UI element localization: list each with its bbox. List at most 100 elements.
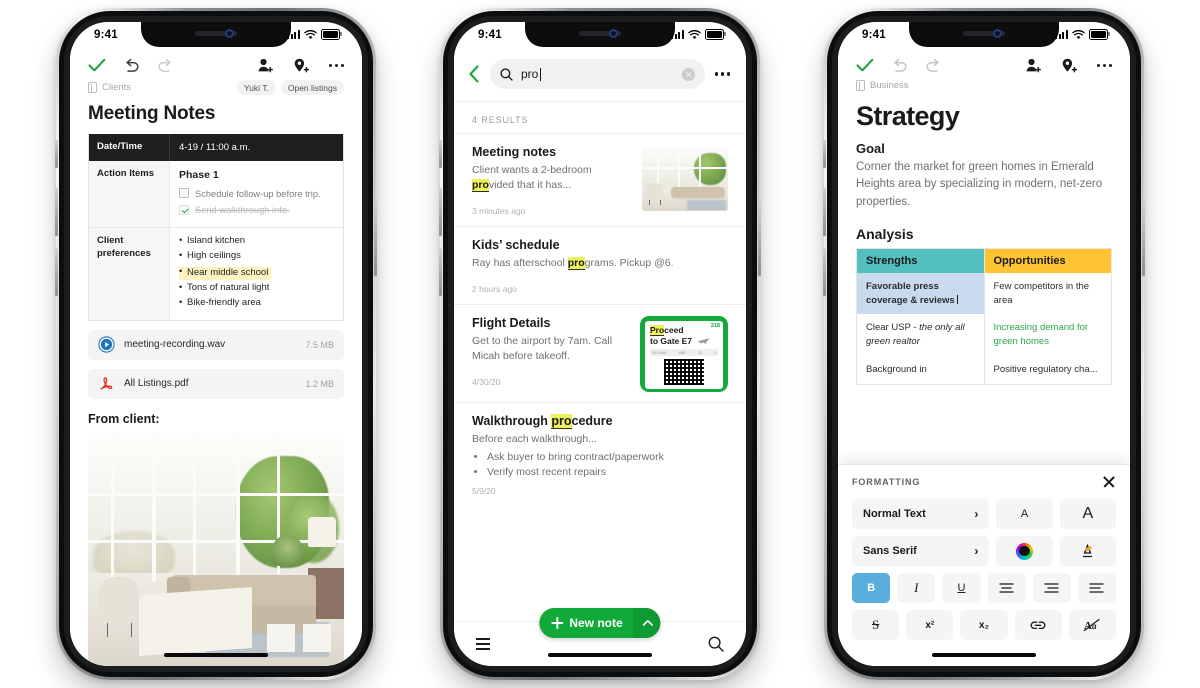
search-icon[interactable] <box>708 636 724 652</box>
list-item[interactable]: Kids’ schedule Ray has afterschool progr… <box>454 225 746 304</box>
new-note-button[interactable]: New note <box>539 608 661 638</box>
phone1-power-button[interactable] <box>374 204 377 276</box>
more-icon[interactable] <box>1097 63 1112 68</box>
font-family-select[interactable]: Sans Serif › <box>852 536 990 566</box>
formatting-row-4: S x² x₂ Aa <box>852 610 1117 640</box>
swot-cell-green[interactable]: Increasing demand for green homes <box>985 314 1112 356</box>
page-title[interactable]: Strategy <box>838 91 1130 137</box>
home-indicator[interactable] <box>548 652 652 657</box>
home-indicator[interactable] <box>932 652 1036 657</box>
phone3-mute-switch[interactable] <box>823 140 826 168</box>
search-input[interactable]: pro <box>490 59 706 89</box>
checkbox-unchecked-icon[interactable] <box>179 188 189 199</box>
tag-chip-open-listings[interactable]: Open listings <box>280 80 344 95</box>
underline-button[interactable]: U <box>942 573 981 603</box>
phone3-volume-down-button[interactable] <box>823 248 826 296</box>
close-icon[interactable] <box>1102 475 1116 489</box>
breadcrumb[interactable]: Business <box>856 80 909 91</box>
phone1-volume-down-button[interactable] <box>55 248 58 296</box>
clear-formatting-icon[interactable]: Aa <box>1068 610 1117 640</box>
meta-time: 10:15 AM <box>652 350 667 355</box>
list-item[interactable]: Walkthrough procedure Before each walkth… <box>454 401 746 506</box>
superscript-button[interactable]: x² <box>906 610 954 640</box>
font-size-small-icon[interactable]: A <box>996 499 1053 529</box>
swot-cell-text: Clear USP - <box>866 322 920 334</box>
phone2-volume-up-button[interactable] <box>439 188 442 236</box>
paragraph-style-select[interactable]: Normal Text › <box>852 499 990 529</box>
add-location-icon[interactable] <box>1061 58 1078 73</box>
phone1-volume-up-button[interactable] <box>55 188 58 236</box>
page-title[interactable]: Meeting Notes <box>70 95 362 134</box>
todo-item[interactable]: Send walkthrough info. <box>179 204 334 216</box>
phone3-volume-up-button[interactable] <box>823 188 826 236</box>
phone2-mute-switch[interactable] <box>439 140 442 168</box>
table-cell-action-items-value[interactable]: Phase 1 Schedule follow-up before trip. … <box>169 161 343 228</box>
todo-item[interactable]: Schedule follow-up before trip. <box>179 188 334 200</box>
font-size-large-icon[interactable]: A <box>1059 499 1116 529</box>
highlight-button[interactable] <box>1059 536 1116 566</box>
add-person-icon[interactable] <box>1025 58 1042 73</box>
more-icon[interactable] <box>329 63 344 68</box>
phone2-power-button[interactable] <box>758 204 761 276</box>
italic-button[interactable]: I <box>897 573 936 603</box>
swot-cell[interactable]: Few competitors in the area <box>985 273 1112 315</box>
paragraph-style-label: Normal Text <box>863 508 926 520</box>
swot-header-strengths: Strengths <box>857 248 984 273</box>
phone3-power-button[interactable] <box>1142 204 1145 276</box>
title-match: pro <box>551 413 572 429</box>
add-person-icon[interactable] <box>257 58 274 73</box>
analysis-heading: Analysis <box>856 225 914 242</box>
photo-side-table-2 <box>303 624 332 653</box>
link-icon[interactable] <box>1014 610 1062 640</box>
phone3-note-body: Goal Corner the market for green homes i… <box>838 137 1130 385</box>
redo-icon[interactable] <box>157 58 174 73</box>
table-cell-datetime-value[interactable]: 4-19 / 11:00 a.m. <box>169 134 343 162</box>
list-item[interactable]: Meeting notes Client wants a 2-bedroom p… <box>454 133 746 226</box>
checkbox-checked-icon[interactable] <box>179 204 189 215</box>
strikethrough-button[interactable]: S <box>852 610 900 640</box>
check-icon[interactable] <box>88 58 106 73</box>
subscript-button[interactable]: x₂ <box>960 610 1008 640</box>
photo-floor-lamp <box>308 516 337 548</box>
bold-button[interactable]: B <box>852 573 891 603</box>
back-chevron-icon[interactable] <box>468 65 480 83</box>
phone2-volume-down-button[interactable] <box>439 248 442 296</box>
more-icon[interactable] <box>715 72 730 76</box>
swot-cell[interactable]: Positive regulatory cha... <box>985 356 1112 384</box>
attachment-pdf[interactable]: All Listings.pdf 1.2 MB <box>88 368 344 399</box>
clear-icon[interactable] <box>682 67 696 81</box>
swot-cell[interactable]: Clear USP - the only all green realtor <box>857 314 984 356</box>
list-item: Bike-friendly area <box>179 297 334 310</box>
home-indicator[interactable] <box>164 652 268 657</box>
tag-chip-yuki[interactable]: Yuki T. <box>236 80 276 95</box>
list-item[interactable]: Flight Details Get to the airport by 7am… <box>454 303 746 402</box>
redo-icon[interactable] <box>925 58 942 73</box>
living-room-photo[interactable] <box>88 432 344 666</box>
hamburger-menu-icon[interactable] <box>476 638 490 650</box>
phone3-screen: 9:41 Business Strategy Goal Corner the m… <box>838 22 1130 666</box>
results-count: 4 RESULTS <box>472 115 529 125</box>
chevron-up-icon[interactable] <box>634 608 661 638</box>
align-left-icon[interactable] <box>987 573 1026 603</box>
undo-icon[interactable] <box>123 58 140 73</box>
phone1-mute-switch[interactable] <box>55 140 58 168</box>
attachment-size: 1.2 MB <box>305 378 334 389</box>
text-color-button[interactable] <box>996 536 1053 566</box>
swot-cell-selected[interactable]: Favorable press coverage & reviews <box>857 272 984 315</box>
add-location-icon[interactable] <box>293 58 310 73</box>
check-icon[interactable] <box>856 58 874 73</box>
todo-label: Send walkthrough info. <box>195 205 290 216</box>
result-date: 5/9/20 <box>472 486 496 497</box>
formatting-row-2: Sans Serif › <box>852 536 1116 566</box>
align-center-icon[interactable] <box>1032 573 1071 603</box>
breadcrumb[interactable]: Clients <box>88 82 131 93</box>
swot-cell[interactable]: Background in <box>857 356 984 384</box>
table-cell-preferences-value[interactable]: Island kitchen High ceilings Near middle… <box>169 228 343 320</box>
undo-icon[interactable] <box>891 58 908 73</box>
align-right-icon[interactable] <box>1077 573 1117 603</box>
chevron-right-icon: › <box>974 507 979 521</box>
attachment-audio[interactable]: meeting-recording.wav 7.5 MB <box>88 329 344 360</box>
status-indicators <box>287 29 342 40</box>
chevron-right-icon: › <box>974 544 979 558</box>
goal-text[interactable]: Corner the market for green homes in Eme… <box>856 159 1112 211</box>
